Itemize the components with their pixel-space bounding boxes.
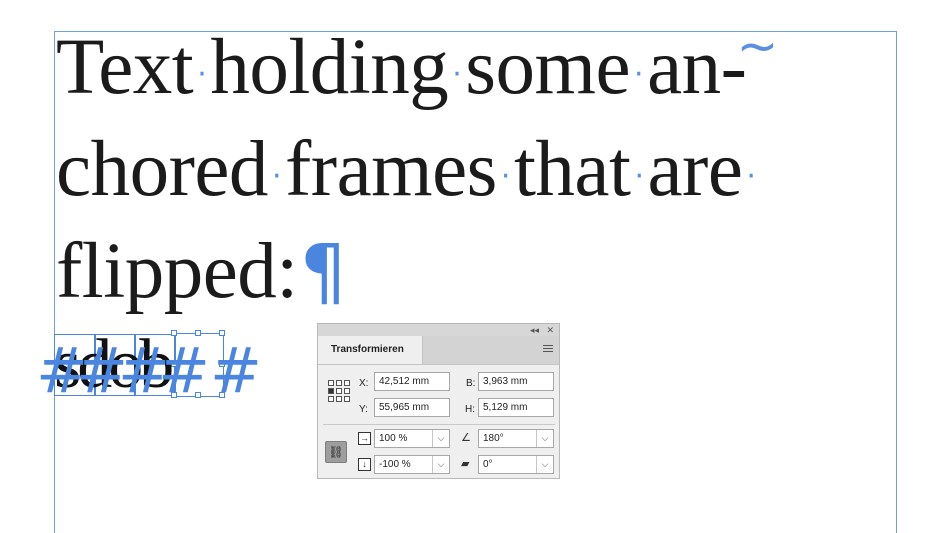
word: chored (56, 126, 268, 213)
tab-transform[interactable]: Transformieren (318, 336, 423, 364)
shear-dropdown[interactable]: 0° ⌵ (478, 455, 554, 474)
height-field[interactable]: 5,129 mm (478, 398, 554, 417)
word: Text (56, 24, 194, 111)
discretionary-hyphen-marker: ~ (736, 17, 778, 75)
rotation-dropdown[interactable]: 180° ⌵ (478, 429, 554, 448)
text-line-3[interactable]: flipped:¶ (56, 229, 347, 315)
y-position-field[interactable]: 55,965 mm (374, 398, 450, 417)
scale-y-dropdown[interactable]: -100 % ⌵ (374, 455, 450, 474)
space-marker: · (452, 57, 462, 93)
space-marker: · (197, 57, 207, 93)
chevron-down-icon[interactable]: ⌵ (536, 430, 553, 447)
panel-menu-icon[interactable] (543, 345, 553, 354)
horizontal-scale-icon: → (358, 432, 371, 445)
chevron-down-icon[interactable]: ⌵ (432, 430, 449, 447)
word: are (647, 126, 743, 213)
space-marker: · (500, 159, 511, 195)
scale-y-value: -100 % (379, 459, 411, 470)
vertical-scale-icon: ↓ (358, 458, 371, 471)
y-label: Y: (359, 404, 368, 415)
scale-x-dropdown[interactable]: 100 % ⌵ (374, 429, 450, 448)
anchor-marker: # (210, 334, 262, 407)
close-icon[interactable]: ✕ (546, 324, 554, 336)
paragraph-marker: ¶ (299, 229, 347, 315)
anchor-marker: # (158, 334, 210, 407)
word: flipped: (56, 228, 298, 315)
x-label: X: (359, 378, 369, 389)
collapse-icon[interactable]: ◂◂ (530, 324, 539, 336)
height-label: H: (465, 404, 475, 415)
word: an- (647, 24, 747, 111)
reference-point-selector[interactable] (328, 380, 354, 406)
transform-panel: ◂◂ ✕ Transformieren X: 42,512 mm Y: 55,9… (317, 323, 560, 479)
shear-value: 0° (483, 459, 493, 470)
text-frame-left-edge (54, 31, 55, 533)
chevron-down-icon[interactable]: ⌵ (432, 456, 449, 473)
space-marker: · (746, 159, 756, 195)
rotation-value: 180° (483, 433, 504, 444)
rotation-angle-icon: ∠ (461, 431, 471, 444)
text-line-2[interactable]: chored ·frames ·that ·are · (56, 130, 759, 216)
word: frames (284, 126, 497, 213)
panel-titlebar[interactable]: ◂◂ ✕ (318, 324, 559, 336)
constrain-proportions-chain-icon[interactable]: ⛓ (325, 441, 347, 463)
word: some (465, 24, 631, 111)
chevron-down-icon[interactable]: ⌵ (536, 456, 553, 473)
width-label: B: (466, 378, 476, 389)
space-marker: · (634, 57, 644, 93)
space-marker: · (271, 159, 282, 195)
panel-tab-strip: Transformieren (318, 336, 559, 365)
space-marker: · (634, 159, 644, 195)
scale-x-value: 100 % (379, 433, 408, 444)
word: holding (210, 24, 449, 111)
width-field[interactable]: 3,963 mm (478, 372, 554, 391)
x-position-field[interactable]: 42,512 mm (374, 372, 450, 391)
word: that (513, 126, 631, 213)
text-frame-right-edge (896, 31, 897, 533)
divider (323, 424, 555, 425)
shear-angle-icon: ▰ (461, 457, 470, 470)
text-line-1[interactable]: Text ·holding ·some ·an-~ (56, 17, 778, 116)
